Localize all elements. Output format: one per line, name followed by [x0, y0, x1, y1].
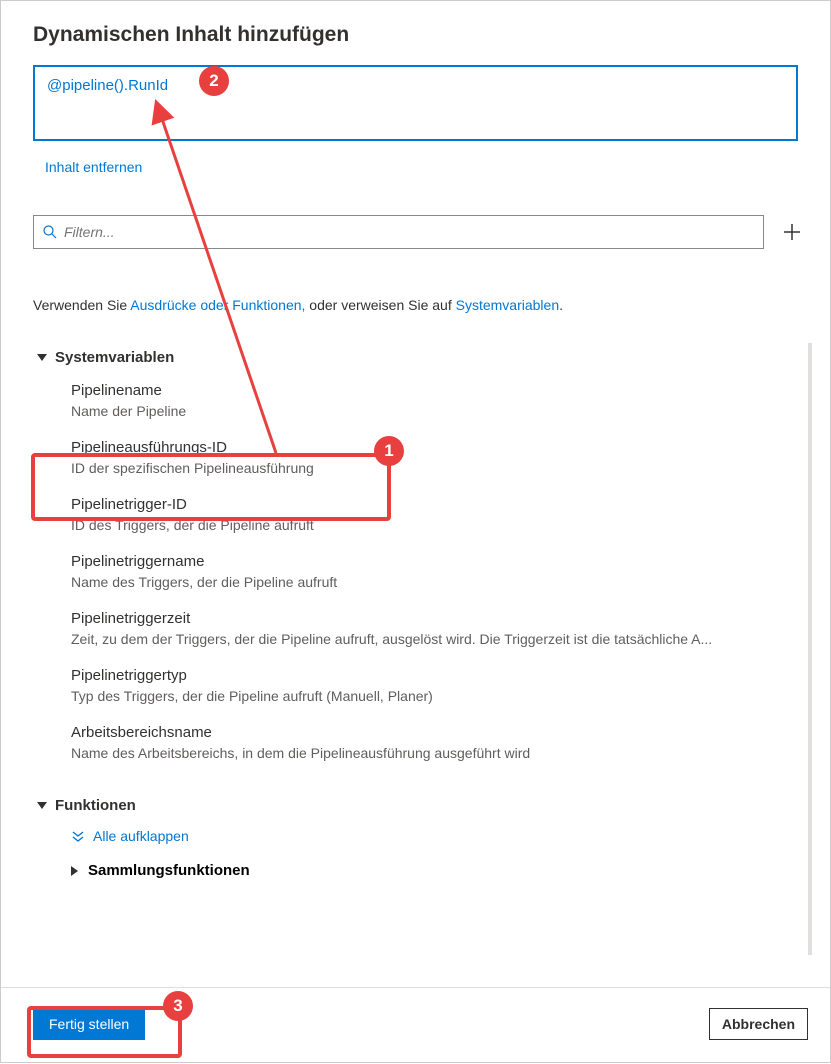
item-desc: ID des Triggers, der die Pipeline aufruf…: [71, 517, 804, 533]
expression-input[interactable]: @pipeline().RunId: [33, 65, 798, 141]
functions-section-header[interactable]: Funktionen: [37, 791, 808, 820]
sysvars-link[interactable]: Systemvariablen: [456, 297, 560, 313]
expand-all-link[interactable]: Alle aufklappen: [37, 820, 808, 852]
footer: Fertig stellen Abbrechen: [1, 987, 830, 1062]
item-title: Pipelineausführungs-ID: [71, 439, 804, 456]
item-desc: Zeit, zu dem der Triggers, der die Pipel…: [71, 631, 804, 647]
item-title: Pipelinetrigger-ID: [71, 496, 804, 513]
expand-all-icon: [71, 829, 85, 843]
add-icon[interactable]: [778, 218, 806, 246]
sysvar-item-triggername[interactable]: Pipelinetriggername Name des Triggers, d…: [37, 543, 808, 600]
item-title: Pipelinetriggername: [71, 553, 804, 570]
panel-title: Dynamischen Inhalt hinzufügen: [1, 1, 830, 65]
cancel-button[interactable]: Abbrechen: [709, 1008, 808, 1040]
item-title: Pipelinetriggertyp: [71, 667, 804, 684]
item-desc: Name des Arbeitsbereichs, in dem die Pip…: [71, 745, 804, 761]
sysvars-section-header[interactable]: Systemvariablen: [37, 343, 808, 372]
caret-down-icon: [37, 354, 47, 361]
item-title: Pipelinetriggerzeit: [71, 610, 804, 627]
search-icon: [42, 224, 58, 240]
sysvar-item-pipelinename[interactable]: Pipelinename Name der Pipeline: [37, 372, 808, 429]
item-title: Pipelinename: [71, 382, 804, 399]
filter-input-container[interactable]: [33, 215, 764, 249]
sysvar-item-triggertype[interactable]: Pipelinetriggertyp Typ des Triggers, der…: [37, 657, 808, 714]
item-desc: ID der spezifischen Pipelineausführung: [71, 460, 804, 476]
sysvar-item-triggertime[interactable]: Pipelinetriggerzeit Zeit, zu dem der Tri…: [37, 600, 808, 657]
sysvar-item-runid[interactable]: Pipelineausführungs-ID ID der spezifisch…: [37, 429, 808, 486]
tree-area: Systemvariablen Pipelinename Name der Pi…: [37, 343, 812, 955]
collection-functions-header[interactable]: Sammlungsfunktionen: [37, 852, 808, 885]
item-desc: Typ des Triggers, der die Pipeline aufru…: [71, 688, 804, 704]
item-desc: Name der Pipeline: [71, 403, 804, 419]
filter-input[interactable]: [64, 224, 755, 240]
caret-right-icon: [71, 866, 78, 876]
hint-text: Verwenden Sie Ausdrücke oder Funktionen,…: [33, 297, 798, 313]
item-desc: Name des Triggers, der die Pipeline aufr…: [71, 574, 804, 590]
item-title: Arbeitsbereichsname: [71, 724, 804, 741]
expressions-link[interactable]: Ausdrücke oder Funktionen,: [130, 297, 305, 313]
sysvar-item-triggerid[interactable]: Pipelinetrigger-ID ID des Triggers, der …: [37, 486, 808, 543]
sysvar-item-workspacename[interactable]: Arbeitsbereichsname Name des Arbeitsbere…: [37, 714, 808, 771]
caret-down-icon: [37, 802, 47, 809]
finish-button[interactable]: Fertig stellen: [33, 1008, 145, 1040]
remove-content-link[interactable]: Inhalt entfernen: [45, 159, 142, 175]
